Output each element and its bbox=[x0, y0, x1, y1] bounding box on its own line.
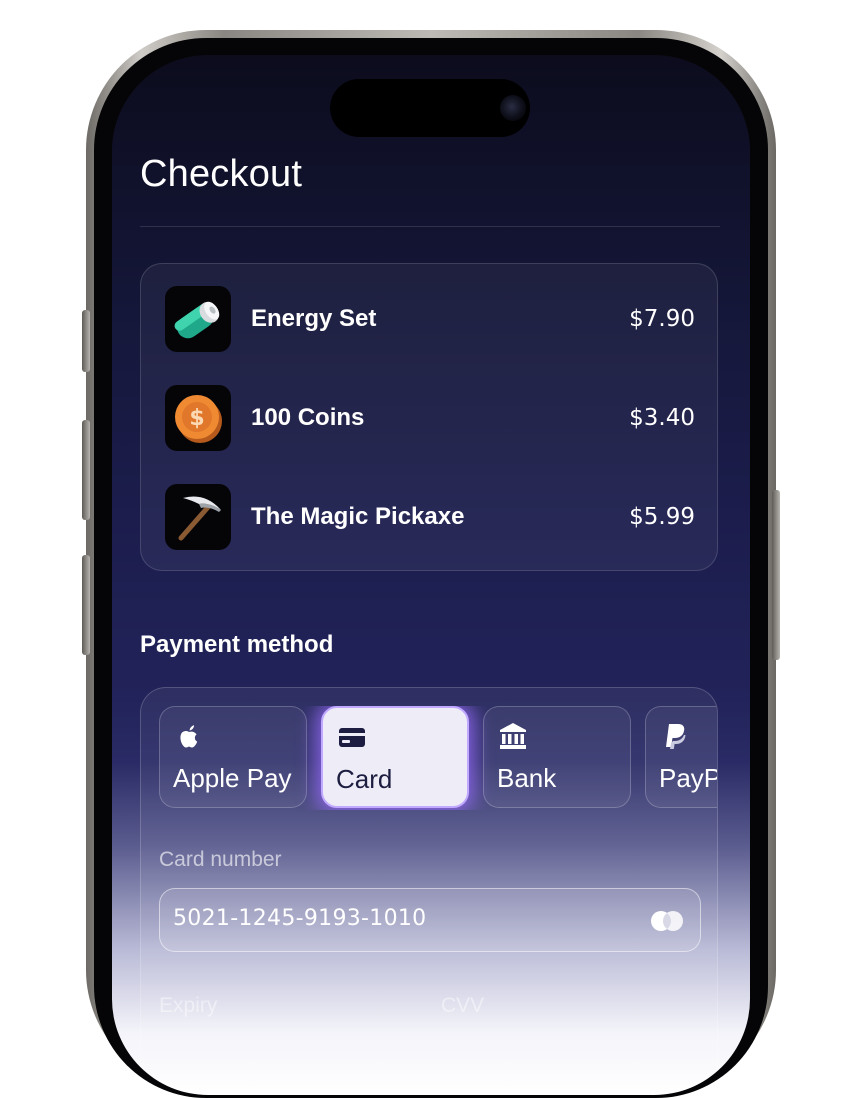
list-item[interactable]: Energy Set $7.90 bbox=[165, 286, 695, 352]
apple-pay-label: Apple Pay bbox=[173, 763, 292, 793]
action-button bbox=[82, 310, 90, 372]
list-item[interactable]: $ 100 Coins $3.40 bbox=[165, 385, 695, 451]
dynamic-island bbox=[330, 79, 530, 137]
bank-option[interactable]: Bank bbox=[483, 706, 631, 808]
bank-icon bbox=[500, 723, 526, 749]
card-label: Card bbox=[336, 764, 393, 794]
svg-text:$: $ bbox=[189, 406, 204, 431]
item-price: $5.99 bbox=[629, 504, 695, 530]
item-price: $3.40 bbox=[629, 405, 695, 431]
card-option[interactable]: Card bbox=[321, 706, 469, 808]
apple-icon bbox=[180, 725, 198, 748]
paypal-label: PayPal bbox=[659, 763, 717, 793]
pickaxe-icon bbox=[165, 484, 231, 550]
coin-icon: $ bbox=[165, 385, 231, 451]
payment-card: Apple Pay Card Bank Pay Card number 5021… bbox=[140, 687, 718, 1095]
volume-up-button bbox=[82, 420, 90, 520]
power-button bbox=[772, 490, 780, 660]
list-item[interactable]: The Magic Pickaxe $5.99 bbox=[165, 484, 695, 550]
payment-method-selector[interactable]: Apple Pay Card Bank Pay bbox=[159, 706, 717, 810]
volume-down-button bbox=[82, 555, 90, 655]
camera-icon bbox=[500, 95, 526, 121]
card-number-value: 5021-1245-9193-1010 bbox=[173, 906, 427, 931]
paypal-option[interactable]: PayPal bbox=[645, 706, 717, 808]
card-number-label: Card number bbox=[159, 848, 282, 871]
divider bbox=[140, 226, 720, 227]
page-title: Checkout bbox=[140, 153, 303, 195]
item-name: Energy Set bbox=[251, 305, 377, 332]
paypal-icon bbox=[666, 724, 686, 749]
apple-pay-option[interactable]: Apple Pay bbox=[159, 706, 307, 808]
item-price: $7.90 bbox=[629, 306, 695, 332]
mastercard-icon bbox=[651, 911, 683, 931]
bank-label: Bank bbox=[497, 763, 557, 793]
order-summary-card: Energy Set $7.90 $ 100 Coins $3.40 The M… bbox=[140, 263, 718, 571]
checkout-screen: Checkout Energy Set $7.90 $ 100 Coins $3… bbox=[112, 55, 750, 1095]
item-name: 100 Coins bbox=[251, 404, 365, 431]
credit-card-icon bbox=[339, 728, 365, 747]
payment-method-heading: Payment method bbox=[140, 631, 334, 658]
item-name: The Magic Pickaxe bbox=[251, 503, 465, 530]
cvv-label: CVV bbox=[441, 994, 485, 1017]
expiry-label: Expiry bbox=[159, 994, 218, 1017]
card-number-field[interactable]: 5021-1245-9193-1010 bbox=[159, 888, 701, 952]
battery-icon bbox=[165, 286, 231, 352]
